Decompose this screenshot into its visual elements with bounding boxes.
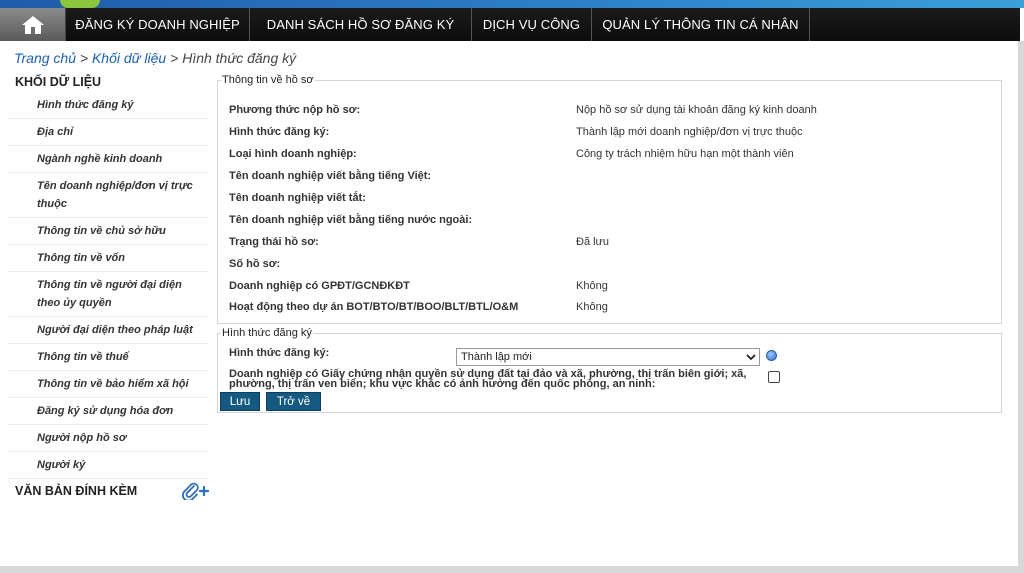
- sidebar-item-hoa-don[interactable]: Đăng ký sử dụng hóa đơn: [9, 398, 209, 425]
- back-button[interactable]: Trở về: [266, 392, 321, 411]
- breadcrumb-home-link[interactable]: Trang chủ: [14, 50, 76, 66]
- nav-item-quan-ly-thong-tin[interactable]: QUẢN LÝ THÔNG TIN CÁ NHÂN: [592, 8, 810, 41]
- chevron-down-icon: [746, 350, 756, 367]
- info-value: Công ty trách nhiệm hữu hạn một thành vi…: [576, 148, 794, 160]
- breadcrumb-current: Hình thức đăng ký: [182, 50, 297, 66]
- registration-form-panel: Hình thức đăng ký Hình thức đăng ký: Thà…: [217, 327, 1002, 413]
- sidebar-item-nganh-nghe[interactable]: Ngành nghề kinh doanh: [9, 146, 209, 173]
- sidebar-item-nguoi-ky[interactable]: Người ký: [9, 452, 209, 479]
- attachments-section: VĂN BẢN ĐÍNH KÈM: [9, 481, 209, 501]
- help-info-icon[interactable]: [766, 350, 777, 361]
- reg-type-selected-value: Thành lập mới: [461, 351, 532, 363]
- sidebar-item-ten-doanh-nghiep[interactable]: Tên doanh nghiệp/đơn vị trực thuộc: [9, 173, 209, 218]
- paperclip-plus-icon: [182, 482, 209, 500]
- info-row-so-ho-so: Số hồ sơ:: [229, 253, 989, 275]
- nav-item-dich-vu-cong[interactable]: DỊCH VỤ CÔNG: [472, 8, 592, 41]
- sidebar-item-dia-chi[interactable]: Địa chỉ: [9, 119, 209, 146]
- window-frame-bottom: [0, 566, 1024, 573]
- breadcrumb-section-link[interactable]: Khối dữ liệu: [92, 50, 166, 66]
- sidebar-item-hinh-thuc-dang-ky[interactable]: Hình thức đăng ký: [9, 92, 209, 119]
- add-attachment-button[interactable]: [181, 482, 209, 500]
- sidebar: KHỐI DỮ LIỆU Hình thức đăng ký Địa chỉ N…: [9, 72, 209, 501]
- nav-item-danh-sach-ho-so[interactable]: DANH SÁCH HỒ SƠ ĐĂNG KÝ: [250, 8, 472, 41]
- sidebar-item-nguoi-nop-ho-so[interactable]: Người nộp hồ sơ: [9, 425, 209, 452]
- sidebar-item-thue[interactable]: Thông tin về thuế: [9, 344, 209, 371]
- sidebar-item-nguoi-dai-dien-phap-luat[interactable]: Người đại diện theo pháp luật: [9, 317, 209, 344]
- info-panel-legend: Thông tin về hồ sơ: [221, 74, 315, 86]
- sidebar-item-bao-hiem-xa-hoi[interactable]: Thông tin về bảo hiểm xã hội: [9, 371, 209, 398]
- home-icon: [21, 15, 44, 34]
- info-value: Không: [576, 301, 608, 313]
- breadcrumb-separator: >: [170, 50, 179, 66]
- sidebar-item-chu-so-huu[interactable]: Thông tin về chủ sở hữu: [9, 218, 209, 245]
- info-row-hinh-thuc: Hình thức đăng ký: Thành lập mới doanh n…: [229, 121, 989, 143]
- info-value: Thành lập mới doanh nghiệp/đơn vị trực t…: [576, 126, 803, 138]
- form-panel-legend: Hình thức đăng ký: [221, 327, 313, 339]
- sidebar-title: KHỐI DỮ LIỆU: [15, 75, 102, 89]
- nav-item-dang-ky-doanh-nghiep[interactable]: ĐĂNG KÝ DOANH NGHIỆP: [66, 8, 250, 41]
- main-navbar: ĐĂNG KÝ DOANH NGHIỆP DANH SÁCH HỒ SƠ ĐĂN…: [0, 8, 1020, 41]
- info-row-du-an-bot: Hoạt động theo dự án BOT/BTO/BT/BOO/BLT/…: [229, 296, 989, 318]
- info-value: Không: [576, 280, 608, 292]
- info-row-ten-nuoc-ngoai: Tên doanh nghiệp viết bằng tiếng nước ng…: [229, 209, 989, 231]
- sidebar-item-von[interactable]: Thông tin về vốn: [9, 245, 209, 272]
- info-row-loai-hinh: Loại hình doanh nghiệp: Công ty trách nh…: [229, 143, 989, 165]
- info-label: Hoạt động theo dự án BOT/BTO/BT/BOO/BLT/…: [229, 301, 519, 313]
- info-label: Loại hình doanh nghiệp:: [229, 148, 357, 160]
- info-label: Phương thức nộp hồ sơ:: [229, 104, 361, 116]
- breadcrumb: Trang chủ > Khối dữ liệu > Hình thức đăn…: [14, 50, 296, 66]
- info-row-ten-viet-tat: Tên doanh nghiệp viết tắt:: [229, 187, 989, 209]
- info-label: Doanh nghiệp có GPĐT/GCNĐKĐT: [229, 280, 410, 292]
- info-label: Số hồ sơ:: [229, 258, 281, 270]
- info-row-trang-thai: Trạng thái hồ sơ: Đã lưu: [229, 231, 989, 253]
- info-label: Tên doanh nghiệp viết bằng tiếng Việt:: [229, 170, 432, 182]
- breadcrumb-separator: >: [79, 50, 89, 66]
- info-label: Tên doanh nghiệp viết bằng tiếng nước ng…: [229, 214, 473, 226]
- save-button[interactable]: Lưu: [220, 392, 260, 411]
- info-row-phuong-thuc: Phương thức nộp hồ sơ: Nộp hồ sơ sử dụng…: [229, 99, 989, 121]
- info-value: Nộp hồ sơ sử dụng tài khoản đăng ký kinh…: [576, 104, 817, 116]
- reg-type-select[interactable]: Thành lập mới: [456, 348, 760, 366]
- info-row-ten-tieng-viet: Tên doanh nghiệp viết bằng tiếng Việt:: [229, 165, 989, 187]
- logo-accent: [60, 0, 100, 8]
- land-cert-label: Doanh nghiệp có Giấy chứng nhận quyền sử…: [229, 368, 747, 390]
- sidebar-item-nguoi-dai-dien-uy-quyen[interactable]: Thông tin về người đại diện theo ủy quyề…: [9, 272, 209, 317]
- land-cert-checkbox[interactable]: [768, 371, 780, 383]
- home-button[interactable]: [0, 8, 66, 41]
- status-value: Đã lưu: [576, 236, 610, 248]
- info-panel: Thông tin về hồ sơ Phương thức nộp hồ sơ…: [217, 74, 1002, 324]
- top-header-strip: [0, 0, 1024, 8]
- info-label: Tên doanh nghiệp viết tắt:: [229, 192, 366, 204]
- info-label: Hình thức đăng ký:: [229, 126, 330, 138]
- window-frame-right: [1018, 41, 1024, 573]
- info-label: Trạng thái hồ sơ:: [229, 236, 319, 248]
- reg-type-label: Hình thức đăng ký:: [229, 347, 330, 359]
- info-row-gpdt: Doanh nghiệp có GPĐT/GCNĐKĐT Không: [229, 275, 989, 297]
- attachments-title: VĂN BẢN ĐÍNH KÈM: [15, 484, 138, 498]
